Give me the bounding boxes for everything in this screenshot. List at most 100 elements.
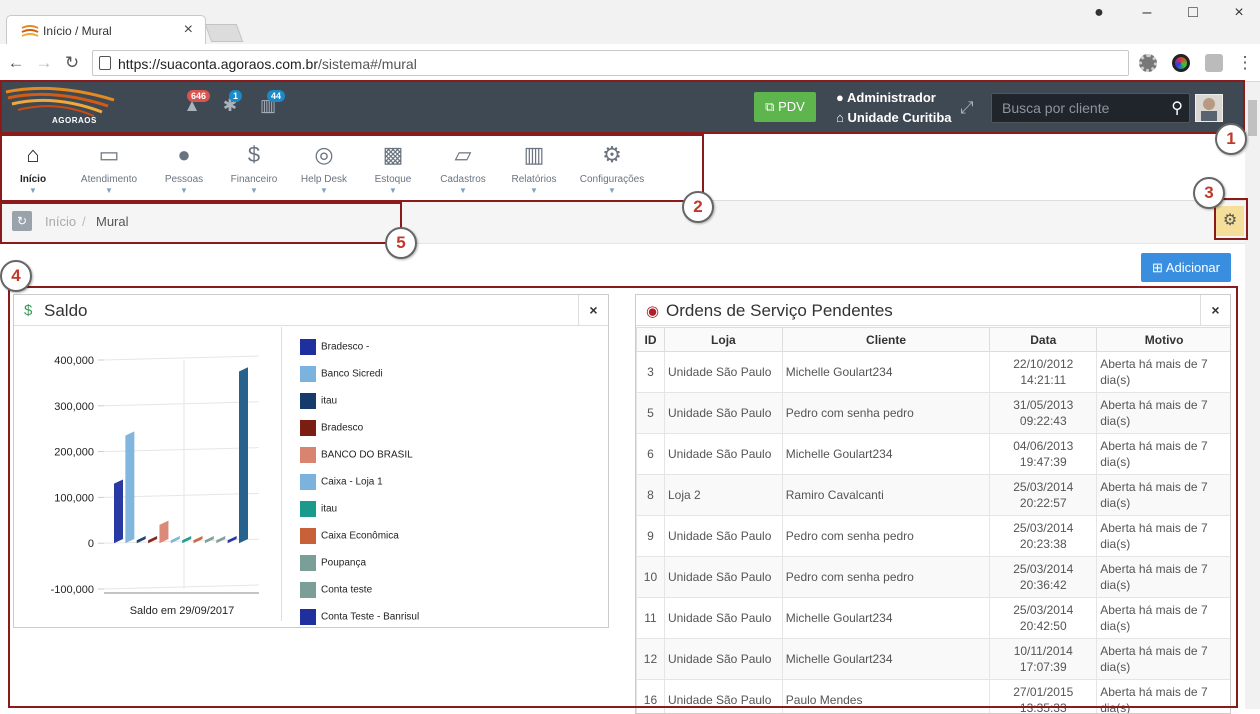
legend-item[interactable]: itau: [300, 501, 337, 519]
cell-data: 25/03/201420:23:38: [990, 516, 1097, 557]
legend-item[interactable]: itau: [300, 393, 337, 411]
pdv-button[interactable]: ⧉ PDV: [754, 92, 816, 122]
cell-id: 5: [637, 393, 665, 434]
legend-item[interactable]: Banco Sicredi: [300, 366, 383, 384]
minimize-icon[interactable]: –: [1137, 4, 1157, 22]
search-icon[interactable]: ⚲: [1171, 98, 1183, 118]
cell-motivo: Aberta há mais de 7 dia(s): [1097, 393, 1231, 434]
chevron-down-icon: ▼: [224, 186, 284, 196]
bugs-button[interactable]: ✱ 1: [219, 96, 241, 118]
column-header-motivo[interactable]: Motivo: [1097, 328, 1231, 352]
menu-inicio[interactable]: ⌂ Início ▼: [14, 141, 52, 196]
maximize-icon[interactable]: □: [1183, 4, 1203, 22]
cell-time: 13:35:33: [993, 700, 1093, 714]
table-row[interactable]: 11Unidade São PauloMichelle Goulart23425…: [637, 598, 1232, 639]
cell-data: 31/05/201309:22:43: [990, 393, 1097, 434]
alerts-badge: 646: [187, 90, 210, 102]
barcode-button[interactable]: ▥ 44: [257, 96, 279, 118]
legend-swatch: [300, 366, 316, 382]
alerts-button[interactable]: ▲ 646: [181, 96, 203, 118]
menu-estoque[interactable]: ▩ Estoque ▼: [368, 141, 418, 196]
column-header-data[interactable]: Data: [990, 328, 1097, 352]
new-tab-button[interactable]: [205, 24, 244, 42]
window-close-icon[interactable]: ×: [1229, 4, 1249, 22]
legend-item[interactable]: Poupança: [300, 555, 366, 573]
legend-item[interactable]: Bradesco: [300, 420, 363, 438]
table-row[interactable]: 6Unidade São PauloMichelle Goulart23404/…: [637, 434, 1232, 475]
legend-item[interactable]: Bradesco -: [300, 339, 369, 357]
page-settings-button[interactable]: ⚙: [1216, 206, 1244, 236]
column-header-cliente[interactable]: Cliente: [782, 328, 990, 352]
color-extension-icon[interactable]: [1172, 54, 1190, 72]
scrollbar-thumb[interactable]: [1248, 100, 1257, 136]
table-row[interactable]: 3Unidade São PauloMichelle Goulart23422/…: [637, 352, 1232, 393]
table-row[interactable]: 9Unidade São PauloPedro com senha pedro2…: [637, 516, 1232, 557]
avatar[interactable]: [1195, 94, 1223, 122]
cell-id: 9: [637, 516, 665, 557]
table-row[interactable]: 10Unidade São PauloPedro com senha pedro…: [637, 557, 1232, 598]
page-info-icon[interactable]: [99, 56, 111, 70]
cell-date: 25/03/2014: [993, 561, 1093, 577]
cell-time: 19:47:39: [993, 454, 1093, 470]
cell-data: 22/10/201214:21:11: [990, 352, 1097, 393]
browser-menu-icon[interactable]: ⋮: [1235, 53, 1255, 73]
client-search-input[interactable]: [992, 94, 1160, 122]
legend-swatch: [300, 474, 316, 490]
legend-swatch: [300, 582, 316, 598]
cell-cliente: Pedro com senha pedro: [782, 557, 990, 598]
menu-financeiro[interactable]: $ Financeiro ▼: [224, 141, 284, 196]
menu-label: Help Desk: [296, 174, 352, 185]
url-bar[interactable]: https://suaconta.agoraos.com.br/sistema#…: [92, 50, 1129, 76]
back-arrow-icon[interactable]: ←: [6, 53, 26, 73]
profile-icon[interactable]: ●: [1089, 4, 1109, 22]
forward-arrow-icon[interactable]: →: [34, 53, 54, 73]
ordens-close-button[interactable]: ×: [1200, 295, 1230, 326]
legend-label: Caixa - Loja 1: [321, 477, 383, 488]
saldo-close-button[interactable]: ×: [578, 295, 608, 326]
settings-extension-icon[interactable]: [1139, 54, 1157, 72]
legend-label: itau: [321, 396, 337, 407]
app-header: AGORAOS ▲ 646 ✱ 1 ▥ 44 ⧉ PDV ● Administr…: [0, 82, 1245, 133]
table-row[interactable]: 5Unidade São PauloPedro com senha pedro3…: [637, 393, 1232, 434]
cell-data: 25/03/201420:36:42: [990, 557, 1097, 598]
menu-atendimento[interactable]: ▭ Atendimento ▼: [74, 141, 144, 196]
cell-id: 6: [637, 434, 665, 475]
user-menu[interactable]: ● Administrador: [836, 90, 936, 105]
agoraos-logo[interactable]: AGORAOS: [4, 86, 122, 128]
cell-cliente: Michelle Goulart234: [782, 639, 990, 680]
tab-close-icon[interactable]: ×: [184, 21, 193, 39]
add-widget-button[interactable]: ⊞ Adicionar: [1141, 253, 1231, 282]
gridline: [104, 356, 259, 360]
annotation-number: 4: [0, 260, 32, 292]
legend-item[interactable]: Caixa Econômica: [300, 528, 399, 546]
legend-item[interactable]: Conta Teste - Banrisul: [300, 609, 419, 627]
cell-date: 25/03/2014: [993, 520, 1093, 536]
cell-date: 25/03/2014: [993, 602, 1093, 618]
legend-item[interactable]: Conta teste: [300, 582, 372, 600]
menu-configuracoes[interactable]: ⚙ Configurações ▼: [576, 141, 648, 196]
menu-cadastros[interactable]: ▱ Cadastros ▼: [434, 141, 492, 196]
legend-item[interactable]: BANCO DO BRASIL: [300, 447, 413, 465]
column-header-loja[interactable]: Loja: [664, 328, 782, 352]
fullscreen-icon[interactable]: ⤢: [960, 98, 974, 118]
menu-relatorios[interactable]: ▥ Relatórios ▼: [506, 141, 562, 196]
legend-item[interactable]: Caixa - Loja 1: [300, 474, 383, 492]
extension-icon[interactable]: [1205, 54, 1223, 72]
page-scrollbar[interactable]: [1245, 82, 1260, 709]
legend-label: Caixa Econômica: [321, 531, 399, 542]
unit-menu[interactable]: ⌂ Unidade Curitiba: [836, 110, 952, 125]
reload-icon[interactable]: ↻: [62, 53, 82, 73]
column-header-id[interactable]: ID: [637, 328, 665, 352]
breadcrumb-home[interactable]: Início: [45, 214, 76, 229]
table-header-row: ID Loja Cliente Data Motivo: [637, 328, 1232, 352]
cell-loja: Unidade São Paulo: [664, 434, 782, 475]
table-row[interactable]: 12Unidade São PauloMichelle Goulart23410…: [637, 639, 1232, 680]
legend-swatch: [300, 447, 316, 463]
menu-pessoas[interactable]: ● Pessoas ▼: [160, 141, 208, 196]
table-row[interactable]: 8Loja 2Ramiro Cavalcanti25/03/201420:22:…: [637, 475, 1232, 516]
browser-tab[interactable]: Início / Mural ×: [6, 15, 206, 45]
menu-help-desk[interactable]: ◎ Help Desk ▼: [296, 141, 352, 196]
chevron-down-icon: ▼: [576, 186, 648, 196]
menu-label: Configurações: [576, 174, 648, 185]
refresh-icon[interactable]: ↻: [12, 211, 32, 231]
